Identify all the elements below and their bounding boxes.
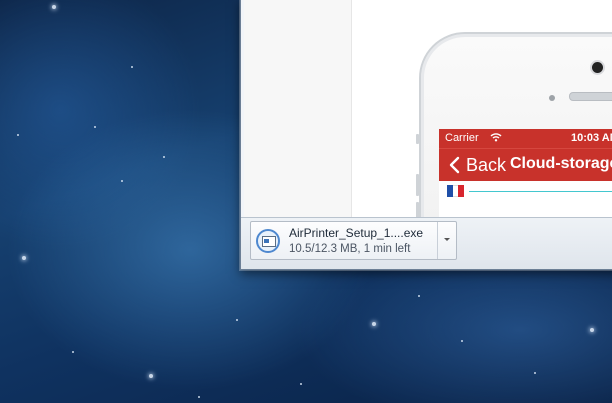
row-divider [469, 191, 612, 192]
wallpaper-star [149, 374, 153, 378]
wallpaper-star [94, 126, 96, 128]
phone-volume-up [416, 174, 419, 196]
web-page-viewport[interactable]: Carrier 10:03 AM Back Cloud-storage [244, 0, 612, 217]
wallpaper-star [17, 134, 19, 136]
camera-icon [592, 62, 603, 73]
wallpaper-star [300, 383, 302, 385]
chevron-down-icon [444, 238, 450, 241]
nav-title: Cloud-storage [510, 155, 612, 172]
carrier-label: Carrier [445, 132, 479, 144]
wallpaper-star [52, 5, 56, 9]
speaker-grille [569, 92, 612, 101]
back-chevron-icon [449, 156, 460, 174]
back-label: Back [466, 155, 507, 175]
clock-label: 10:03 AM [571, 132, 612, 144]
wallpaper-star [461, 340, 463, 342]
installer-file-icon [256, 229, 280, 253]
wallpaper-star [236, 319, 238, 321]
wallpaper-star [72, 351, 74, 353]
wallpaper-star [534, 372, 536, 374]
wallpaper-star [418, 295, 420, 297]
flag-france-icon [447, 185, 465, 197]
sensor-icon [549, 95, 555, 101]
download-filename: AirPrinter_Setup_1....exe [289, 226, 424, 240]
download-item[interactable]: AirPrinter_Setup_1....exe 10.5/12.3 MB, … [250, 221, 457, 260]
wallpaper-star [372, 322, 376, 326]
ios-status-bar: Carrier 10:03 AM [439, 129, 612, 148]
page-left-column [244, 0, 352, 217]
phone-volume-down [416, 202, 419, 217]
download-progress: 10.5/12.3 MB, 1 min left [289, 243, 411, 255]
wallpaper-star [163, 156, 165, 158]
phone-mute-switch [416, 134, 419, 144]
wallpaper-star [121, 180, 123, 182]
ios-navigation-bar: Back Cloud-storage [439, 148, 612, 181]
wallpaper-star [590, 328, 594, 332]
phone-screen: Carrier 10:03 AM Back Cloud-storage [439, 129, 612, 217]
browser-window[interactable]: Carrier 10:03 AM Back Cloud-storage [240, 0, 612, 270]
wallpaper-star [198, 396, 200, 398]
download-menu-button[interactable] [437, 222, 456, 259]
download-shelf: AirPrinter_Setup_1....exe 10.5/12.3 MB, … [241, 217, 612, 269]
wallpaper-star [131, 66, 133, 68]
wifi-icon [490, 133, 502, 142]
phone-mockup: Carrier 10:03 AM Back Cloud-storage [416, 32, 612, 217]
wallpaper-star [22, 256, 26, 260]
list-item [439, 181, 612, 201]
